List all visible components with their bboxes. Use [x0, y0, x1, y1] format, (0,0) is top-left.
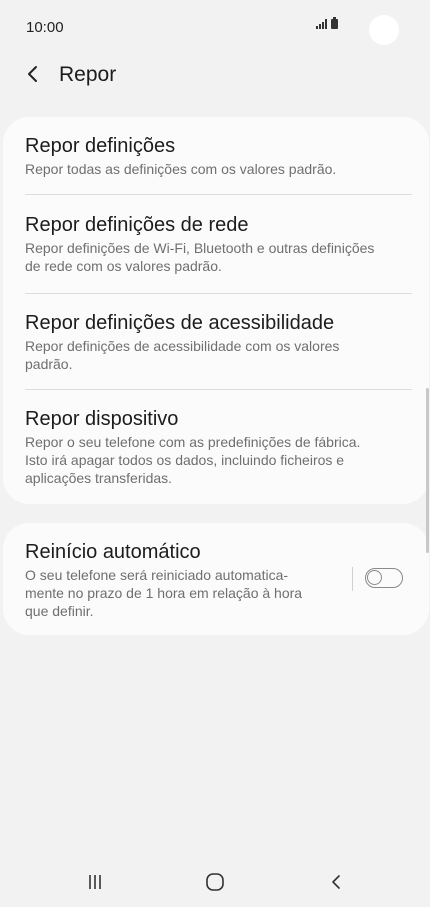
description-line: padrão. [25, 356, 73, 372]
item-title: Reinício automático [25, 541, 201, 563]
nav-back-button[interactable] [316, 866, 356, 898]
app-header: Repor [0, 56, 430, 96]
description-line: O seu telefone será reiniciado automatic… [25, 567, 289, 583]
item-title: Repor definições de acessibilidade [25, 312, 335, 334]
divider [25, 293, 412, 294]
divider [25, 194, 412, 195]
factory-reset-item[interactable]: Repor dispositivo Repor o seu telefone c… [25, 407, 405, 487]
description-line: Isto irá apagar todos os dados, incluind… [25, 452, 345, 468]
chevron-left-icon [28, 66, 37, 82]
description-line: mente no prazo de 1 hora em relação à ho… [25, 585, 303, 601]
toggle-knob [367, 570, 382, 585]
battery-icon [331, 17, 338, 29]
navigation-bar [0, 860, 430, 907]
auto-restart-card: Reinício automático O seu telefone será … [3, 523, 429, 635]
description-line: Repor definições de Wi-Fi, Bluetooth e o… [25, 240, 375, 256]
description-line: Repor definições de acessibilidade com o… [25, 338, 340, 354]
auto-restart-item[interactable]: Reinício automático O seu telefone será … [25, 540, 345, 620]
back-button[interactable] [20, 60, 48, 88]
home-icon [206, 873, 224, 891]
item-description: Repor definições de Wi-Fi, Bluetooth e o… [25, 239, 405, 275]
item-description: Repor o seu telefone com as predefiniçõe… [25, 433, 405, 487]
item-description: O seu telefone será reiniciado automatic… [25, 566, 345, 620]
status-icons [316, 17, 338, 29]
reset-network-settings-item[interactable]: Repor definições de rede Repor definiçõe… [25, 213, 405, 275]
item-title: Repor dispositivo [25, 408, 179, 430]
status-time: 10:00 [26, 19, 64, 36]
divider [25, 389, 412, 390]
reset-settings-item[interactable]: Repor definições Repor todas as definiçõ… [25, 134, 405, 178]
item-title: Repor definições de rede [25, 214, 249, 236]
back-icon [332, 875, 340, 889]
status-bar: 10:00 [0, 0, 430, 56]
item-description: Repor todas as definições com os valores… [25, 161, 337, 177]
recents-button[interactable] [75, 866, 115, 898]
auto-restart-toggle[interactable] [365, 568, 403, 588]
reset-accessibility-settings-item[interactable]: Repor definições de acessibilidade Repor… [25, 311, 405, 373]
description-line: Repor o seu telefone com as predefiniçõe… [25, 434, 361, 450]
item-description: Repor definições de acessibilidade com o… [25, 337, 405, 373]
home-button[interactable] [195, 866, 235, 898]
item-title: Repor definições [25, 135, 176, 157]
description-line: aplicações transferidas. [25, 470, 173, 486]
recents-icon [89, 875, 101, 889]
scrollbar[interactable] [426, 388, 429, 553]
toggle-separator [352, 567, 353, 591]
reset-options-card: Repor definições Repor todas as definiçõ… [3, 117, 429, 504]
signal-icon [316, 19, 327, 29]
description-line: de rede com os valores padrão. [25, 258, 222, 274]
description-line: que definir. [25, 603, 94, 619]
camera-cutout [369, 15, 399, 45]
page-title: Repor [59, 63, 117, 86]
